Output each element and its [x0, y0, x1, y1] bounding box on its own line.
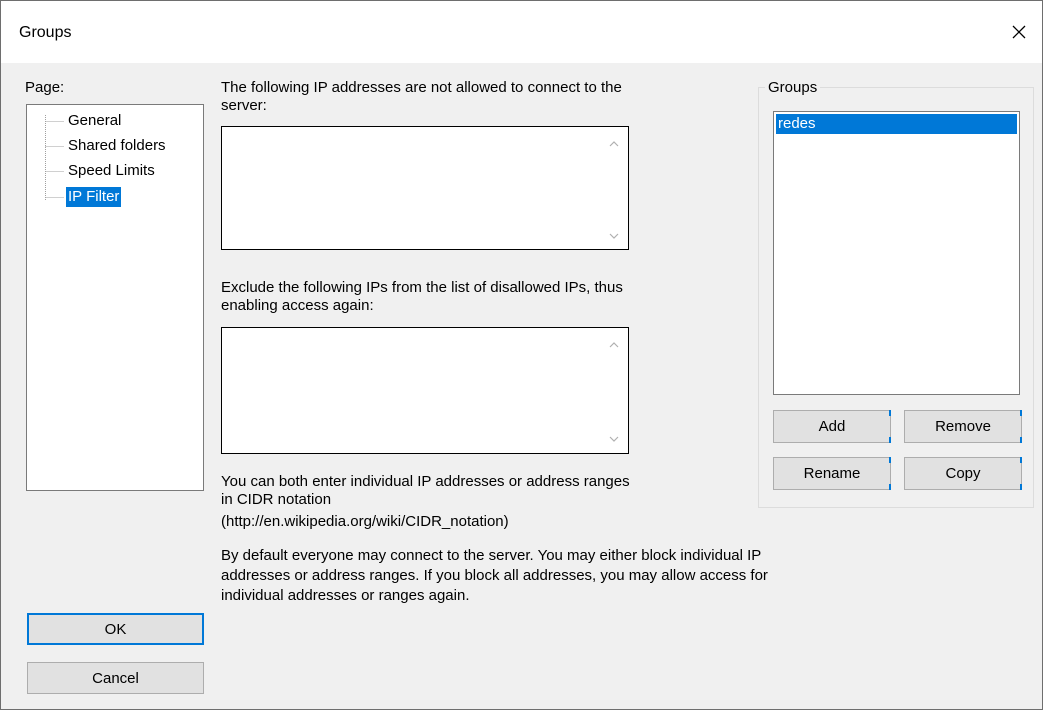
remove-button-label: Remove [935, 418, 991, 435]
groups-legend: Groups [765, 79, 821, 97]
default-note-line3: individual addresses or ranges again. [221, 587, 470, 604]
page-label: Page: [25, 79, 65, 96]
disallowed-ips-label-cont: server: [221, 97, 267, 114]
cidr-note-link: (http://en.wikipedia.org/wiki/CIDR_notat… [221, 513, 509, 530]
exclude-ips-textarea[interactable] [221, 327, 629, 454]
rename-group-button[interactable]: Rename [773, 457, 891, 490]
title-bar: Groups [1, 1, 1042, 63]
copy-group-button[interactable]: Copy [904, 457, 1022, 490]
close-icon [1012, 25, 1026, 39]
add-button-label: Add [818, 418, 846, 435]
default-note-line2: addresses or address ranges. If you bloc… [221, 567, 768, 584]
tree-item-shared-folders[interactable]: Shared folders [66, 136, 168, 156]
window-title: Groups [19, 24, 72, 41]
focus-mark [1020, 437, 1022, 443]
exclude-ips-label-cont: enabling access again: [221, 297, 374, 314]
page-tree[interactable]: General Shared folders Speed Limits IP F… [26, 104, 204, 491]
tree-item-speed-limits[interactable]: Speed Limits [66, 161, 157, 181]
cancel-button-label: Cancel [92, 669, 139, 687]
scroll-down-icon[interactable] [609, 434, 619, 444]
focus-mark [1020, 457, 1022, 463]
rename-button-label: Rename [803, 465, 861, 482]
scroll-up-icon[interactable] [609, 340, 619, 350]
ok-button[interactable]: OK [27, 613, 204, 645]
cidr-note-line1: You can both enter individual IP address… [221, 473, 630, 490]
focus-mark [889, 457, 891, 463]
scroll-up-icon[interactable] [609, 139, 619, 149]
tree-item-ip-filter[interactable]: IP Filter [66, 187, 122, 207]
cancel-button[interactable]: Cancel [27, 662, 204, 694]
close-button[interactable] [996, 1, 1042, 63]
copy-button-label: Copy [945, 465, 981, 482]
disallowed-ips-label: The following IP addresses are not allow… [221, 79, 622, 96]
cidr-note-line2: in CIDR notation [221, 491, 332, 508]
exclude-ips-label: Exclude the following IPs from the list … [221, 279, 623, 296]
focus-mark [889, 410, 891, 416]
scroll-down-icon[interactable] [609, 231, 619, 241]
remove-group-button[interactable]: Remove [904, 410, 1022, 443]
focus-mark [1020, 484, 1022, 490]
focus-mark [1020, 410, 1022, 416]
ok-button-label: OK [104, 620, 127, 638]
default-note-line1: By default everyone may connect to the s… [221, 547, 762, 564]
focus-mark [889, 484, 891, 490]
groups-listbox[interactable]: redes [773, 111, 1020, 395]
disallowed-ips-textarea[interactable] [221, 126, 629, 250]
tree-item-general[interactable]: General [66, 111, 123, 131]
groups-dialog: Groups Page: General Shared folders Spee… [0, 0, 1043, 710]
group-item-redes[interactable]: redes [776, 114, 1017, 134]
focus-mark [889, 437, 891, 443]
add-group-button[interactable]: Add [773, 410, 891, 443]
